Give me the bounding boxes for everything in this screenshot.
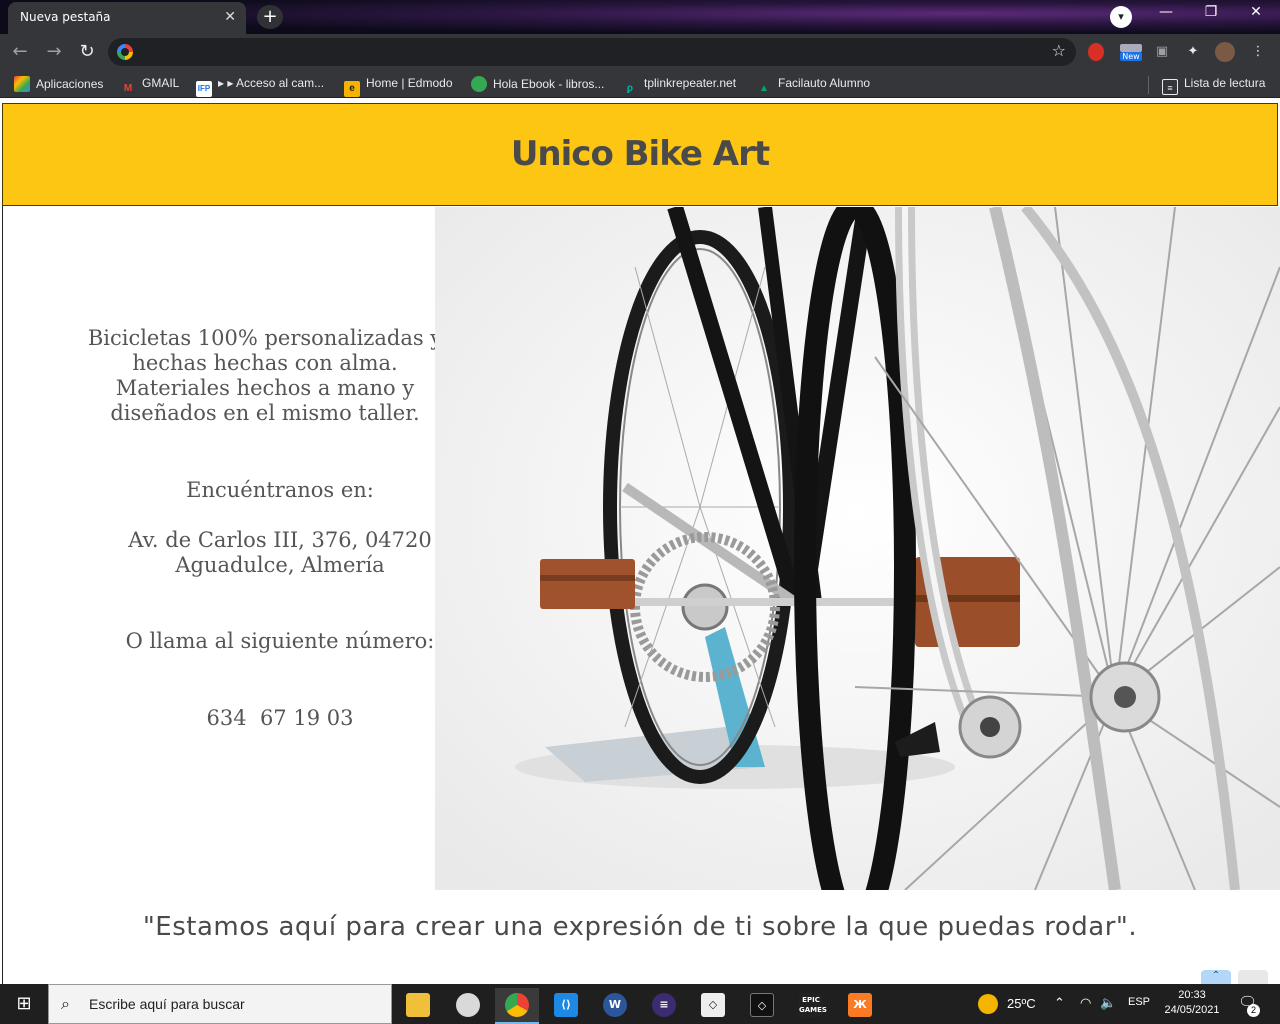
google-icon bbox=[117, 44, 133, 60]
facilauto-icon: ▲ bbox=[759, 83, 769, 94]
gmail-icon: M bbox=[123, 83, 133, 94]
tab-search-icon[interactable]: ▾ bbox=[1110, 6, 1132, 28]
search-icon: ⌕ bbox=[61, 994, 70, 1013]
unity-hub-taskbar-icon[interactable]: ◇ bbox=[740, 988, 784, 1024]
bicycle-photo bbox=[435, 207, 1280, 890]
extensions-puzzle-icon[interactable]: ✦ bbox=[1183, 42, 1203, 62]
windows-taskbar: ⊞ ⌕ Escribe aquí para buscar ⟨⟩ W ≡ ◇ ◇ … bbox=[0, 984, 1280, 1024]
epic-games-taskbar-icon[interactable]: EPIC GAMES bbox=[789, 988, 833, 1024]
site-header: Unico Bike Art bbox=[2, 103, 1278, 206]
tab-close-icon[interactable]: ✕ bbox=[224, 9, 236, 25]
notification-count-badge: 2 bbox=[1247, 1004, 1260, 1017]
chrome-menu-icon[interactable]: ⋮ bbox=[1248, 42, 1268, 62]
chrome-taskbar-icon[interactable] bbox=[495, 988, 539, 1024]
bookmark-tplink[interactable]: ϼ tplinkrepeater.net bbox=[622, 76, 736, 97]
eclipse-taskbar-icon[interactable]: ≡ bbox=[642, 988, 686, 1024]
address-bar[interactable]: ☆ bbox=[108, 38, 1076, 66]
weather-sun-icon[interactable] bbox=[978, 994, 998, 1014]
page-left-border bbox=[2, 206, 3, 984]
new-badge: New bbox=[1120, 52, 1142, 61]
bicycle-illustration bbox=[435, 207, 1280, 890]
taskbar-search-box[interactable]: ⌕ Escribe aquí para buscar bbox=[48, 984, 392, 1024]
show-hidden-icons-chevron-icon[interactable]: ⌃ bbox=[1054, 995, 1065, 1011]
profile-avatar[interactable] bbox=[1215, 42, 1235, 62]
clock-time: 20:33 bbox=[1178, 989, 1206, 1001]
ebook-icon bbox=[471, 76, 487, 92]
paint-taskbar-icon[interactable] bbox=[446, 988, 490, 1024]
language-indicator[interactable]: ESP bbox=[1128, 996, 1150, 1008]
vscode-taskbar-icon[interactable]: ⟨⟩ bbox=[544, 988, 588, 1024]
reading-list-icon: ≡ bbox=[1162, 79, 1178, 95]
browser-tab-strip: Nueva pestaña ✕ + ▾ — ❐ ✕ bbox=[0, 0, 1280, 34]
tab-new-tab[interactable]: Nueva pestaña ✕ bbox=[8, 2, 246, 34]
xampp-taskbar-icon[interactable]: Ж bbox=[838, 988, 882, 1024]
page-corner-widget[interactable] bbox=[1238, 970, 1268, 984]
address: Av. de Carlos III, 376, 04720 Aguadulce,… bbox=[128, 528, 432, 577]
bookmark-hola-ebook[interactable]: Hola Ebook - libros... bbox=[471, 76, 604, 92]
close-window-button[interactable]: ✕ bbox=[1234, 4, 1278, 20]
quote-text: "Estamos aquí para crear una expresión d… bbox=[142, 912, 1138, 942]
restore-button[interactable]: ❐ bbox=[1189, 4, 1233, 20]
windows-start-icon[interactable]: ⊞ bbox=[0, 984, 48, 1024]
ifp-icon: IFP bbox=[196, 81, 212, 97]
tplink-icon: ϼ bbox=[626, 83, 634, 94]
bookmark-star-icon[interactable]: ☆ bbox=[1052, 41, 1066, 60]
bookmarks-separator bbox=[1148, 76, 1149, 94]
adblock-extension-icon[interactable] bbox=[1088, 43, 1104, 61]
web-page: Unico Bike Art Bicicletas 100% personali… bbox=[0, 100, 1280, 984]
phone-number: 634 67 19 03 bbox=[206, 706, 354, 730]
clock[interactable]: 20:33 24/05/2021 bbox=[1162, 988, 1222, 1018]
call-us-heading: O llama al siguiente número: bbox=[125, 629, 435, 653]
word-taskbar-icon[interactable]: W bbox=[593, 988, 637, 1024]
site-title: Unico Bike Art bbox=[510, 134, 770, 174]
wifi-icon[interactable]: ◠ bbox=[1080, 995, 1091, 1011]
clock-date: 24/05/2021 bbox=[1164, 1004, 1220, 1016]
tab-title: Nueva pestaña bbox=[20, 10, 111, 24]
weather-temperature[interactable]: 25ºC bbox=[1007, 996, 1036, 1011]
bookmark-apps[interactable]: Aplicaciones bbox=[14, 76, 103, 92]
back-button[interactable]: ← bbox=[8, 40, 32, 64]
reading-list-button[interactable]: ≡ Lista de lectura bbox=[1162, 76, 1265, 95]
file-explorer-taskbar-icon[interactable] bbox=[396, 988, 440, 1024]
intro-text: Bicicletas 100% personalizadas y hechas … bbox=[87, 326, 443, 425]
apps-grid-icon bbox=[14, 76, 30, 92]
bookmark-gmail[interactable]: M GMAIL bbox=[120, 76, 180, 97]
new-extension-icon[interactable]: New bbox=[1120, 42, 1142, 62]
bookmark-acceso[interactable]: IFP ▸ ▸ Acceso al cam... bbox=[196, 76, 324, 97]
unity-taskbar-icon[interactable]: ◇ bbox=[691, 988, 735, 1024]
browser-toolbar: ← → ↻ ☆ New ▣ ✦ ⋮ bbox=[0, 34, 1280, 70]
reload-button[interactable]: ↻ bbox=[75, 40, 99, 64]
forward-button[interactable]: → bbox=[42, 40, 66, 64]
edmodo-icon: e bbox=[344, 81, 360, 97]
minimize-button[interactable]: — bbox=[1144, 4, 1188, 20]
new-tab-button[interactable]: + bbox=[257, 5, 283, 29]
find-us-heading: Encuéntranos en: bbox=[186, 478, 374, 502]
tab-manager-extension-icon[interactable]: ▣ bbox=[1152, 42, 1172, 62]
bookmarks-bar: Aplicaciones M GMAIL IFP ▸ ▸ Acceso al cam… bbox=[0, 70, 1280, 98]
scroll-to-top-button[interactable]: ⌃ bbox=[1201, 970, 1231, 984]
bookmark-edmodo[interactable]: e Home | Edmodo bbox=[344, 76, 453, 97]
volume-icon[interactable]: 🔈 bbox=[1100, 995, 1116, 1011]
bookmark-facilauto[interactable]: ▲ Facilauto Alumno bbox=[756, 76, 870, 97]
taskbar-search-placeholder: Escribe aquí para buscar bbox=[89, 996, 245, 1012]
